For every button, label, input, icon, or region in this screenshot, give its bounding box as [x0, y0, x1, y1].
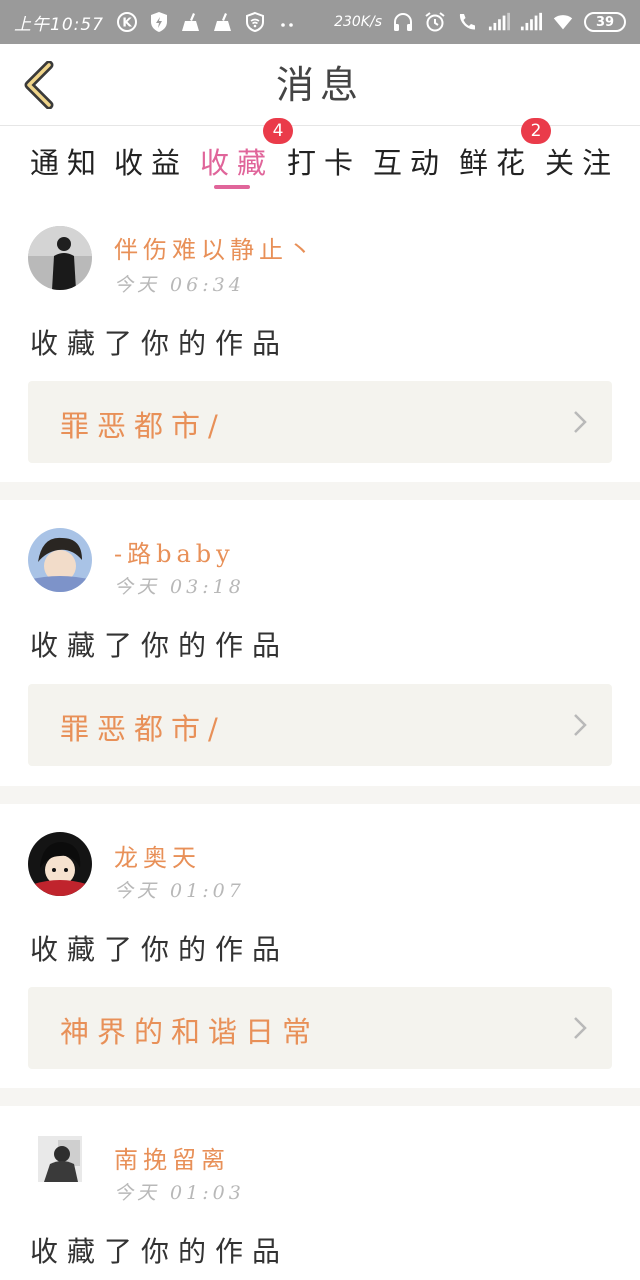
tab-interactions[interactable]: 互动: [373, 140, 447, 182]
timestamp: 今天 06:34: [114, 274, 245, 296]
action-text: 收藏了你的作品: [30, 327, 290, 360]
favorites-badge: 4: [263, 118, 293, 144]
chevron-right-icon: [574, 411, 587, 433]
vpn-shield-icon: [244, 11, 266, 33]
avatar[interactable]: [28, 528, 92, 592]
work-card[interactable]: 罪恶都市/: [28, 381, 612, 463]
work-title: 罪恶都市/: [60, 409, 226, 443]
alarm-icon: [424, 11, 446, 33]
timestamp: 今天 01:03: [114, 1182, 245, 1204]
tab-earnings[interactable]: 收益: [114, 140, 188, 182]
feed-item: 伴伤难以静止丶 今天 06:34 收藏了你的作品 罪恶都市/: [0, 200, 640, 482]
feed-item: 龙奥天 今天 01:07 收藏了你的作品 神界的和谐日常: [0, 804, 640, 1088]
timestamp: 今天 01:07: [114, 880, 245, 902]
broom-icon: [212, 11, 234, 33]
page-title: 消息: [275, 63, 364, 107]
signal-icon: [520, 11, 542, 33]
timestamp: 今天 03:18: [114, 576, 245, 598]
avatar[interactable]: [28, 832, 92, 896]
work-card[interactable]: 神界的和谐日常: [28, 987, 612, 1069]
status-bar: 上午10:57 K 230K/s 39: [0, 0, 640, 44]
network-speed: 230K/s: [334, 14, 382, 30]
tab-follows[interactable]: 关注: [545, 140, 619, 182]
feed-item: -路baby 今天 03:18 收藏了你的作品 罪恶都市/: [0, 500, 640, 786]
app-header: 消息: [0, 44, 640, 126]
shield-icon: [148, 11, 170, 33]
avatar[interactable]: [28, 226, 92, 290]
chevron-right-icon: [574, 714, 587, 736]
work-title: 罪恶都市/: [60, 712, 226, 746]
action-text: 收藏了你的作品: [30, 629, 290, 662]
svg-text:K: K: [122, 16, 132, 30]
tab-checkin[interactable]: 打卡: [287, 140, 361, 182]
username[interactable]: 伴伤难以静止丶: [114, 230, 317, 265]
more-dots-icon: [276, 11, 298, 33]
divider: [0, 482, 640, 500]
username[interactable]: -路baby: [114, 534, 235, 569]
username[interactable]: 南挽留离: [114, 1140, 230, 1175]
tab-notifications[interactable]: 通知: [30, 140, 104, 182]
battery-icon: 39: [584, 12, 626, 32]
divider: [0, 786, 640, 804]
broom-icon: [180, 11, 202, 33]
battery-level: 39: [595, 14, 615, 30]
status-time: 上午10:57: [14, 14, 104, 35]
headphones-icon: [392, 11, 414, 33]
tab-flowers[interactable]: 鲜花: [459, 140, 533, 182]
call-icon: [456, 11, 478, 33]
chevron-right-icon: [574, 1017, 587, 1039]
avatar[interactable]: [38, 1136, 82, 1182]
tab-favorites[interactable]: 收藏: [200, 140, 274, 182]
divider: [0, 1088, 640, 1106]
k-icon: K: [116, 11, 138, 33]
wifi-icon: [552, 11, 574, 33]
flowers-badge: 2: [521, 118, 551, 144]
feed-item: 南挽留离 今天 01:03 收藏了你的作品: [0, 1106, 640, 1280]
active-tab-indicator: [214, 185, 250, 189]
action-text: 收藏了你的作品: [30, 1235, 290, 1268]
work-title: 神界的和谐日常: [60, 1015, 320, 1049]
username[interactable]: 龙奥天: [114, 838, 201, 873]
work-card[interactable]: 罪恶都市/: [28, 684, 612, 766]
action-text: 收藏了你的作品: [30, 933, 290, 966]
signal-icon: [488, 11, 510, 33]
